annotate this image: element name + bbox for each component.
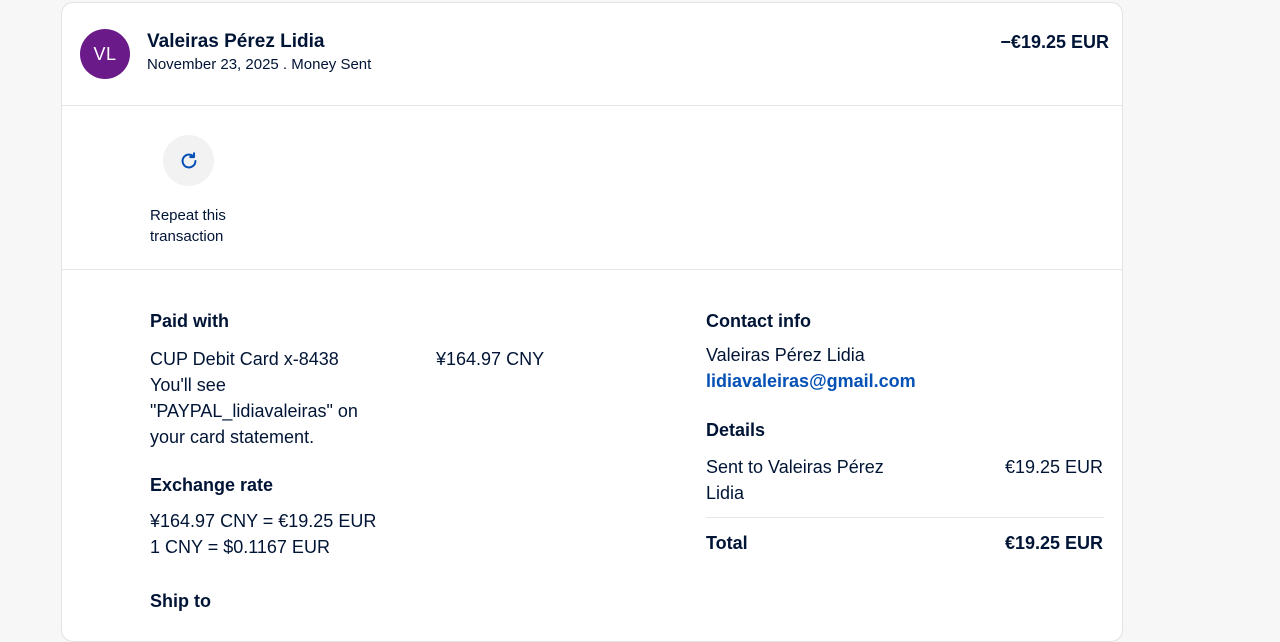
transaction-subline: November 23, 2025 . Money Sent xyxy=(147,56,371,73)
contact-email-link[interactable]: lidiavaleiras@gmail.com xyxy=(706,371,916,391)
card-name: CUP Debit Card x-8438 xyxy=(150,349,339,369)
payment-method-block: CUP Debit Card x-8438 You'll see "PAYPAL… xyxy=(150,346,420,450)
details-sent-amount: €19.25 EUR xyxy=(1004,457,1103,477)
details-title: Details xyxy=(706,420,766,440)
details-sent-to-line1: Sent to Valeiras Pérez xyxy=(706,457,884,477)
exchange-rate-title: Exchange rate xyxy=(150,475,274,495)
transaction-date: November 23, 2025 xyxy=(147,56,279,73)
contact-name: Valeiras Pérez Lidia xyxy=(706,345,865,365)
repeat-transaction-label[interactable]: Repeat this transaction xyxy=(150,205,260,247)
transaction-amount: −€19.25 EUR xyxy=(1000,32,1109,52)
contact-info-title: Contact info xyxy=(706,311,811,331)
avatar: VL xyxy=(80,29,130,79)
contact-info-block: Valeiras Pérez Lidia lidiavaleiras@gmail… xyxy=(706,342,916,394)
actions-row: Repeat this transaction xyxy=(62,106,1122,270)
exchange-rate-line1: ¥164.97 CNY = €19.25 EUR xyxy=(150,511,377,531)
paid-with-title: Paid with xyxy=(150,311,230,331)
statement-note-line2: "PAYPAL_lidiavaleiras" on xyxy=(150,401,358,421)
card-amount: ¥164.97 CNY xyxy=(436,349,545,369)
recipient-name: Valeiras Pérez Lidia xyxy=(147,31,325,52)
subline-separator: . xyxy=(278,56,292,73)
exchange-rate-block: ¥164.97 CNY = €19.25 EUR 1 CNY = $0.1167… xyxy=(150,508,376,560)
statement-note-line1: You'll see xyxy=(150,375,226,395)
transaction-card: VL Valeiras Pérez Lidia November 23, 202… xyxy=(61,2,1123,642)
transaction-type: Money Sent xyxy=(291,56,372,73)
avatar-initials: VL xyxy=(93,43,117,64)
total-label: Total xyxy=(706,533,748,553)
details-recipient: Sent to Valeiras Pérez Lidia xyxy=(706,454,936,506)
ship-to-title: Ship to xyxy=(150,591,211,611)
repeat-label-line2: transaction xyxy=(150,228,224,245)
details-divider xyxy=(706,517,1104,518)
statement-note-line3: your card statement. xyxy=(150,427,315,447)
total-amount: €19.25 EUR xyxy=(1004,533,1103,553)
details-sent-to-line2: Lidia xyxy=(706,483,745,503)
exchange-rate-line2: 1 CNY = $0.1167 EUR xyxy=(150,537,330,557)
transaction-header: VL Valeiras Pérez Lidia November 23, 202… xyxy=(62,3,1122,106)
refresh-icon xyxy=(181,151,196,168)
repeat-label-line1: Repeat this xyxy=(150,207,226,224)
repeat-transaction-button[interactable] xyxy=(163,135,214,186)
